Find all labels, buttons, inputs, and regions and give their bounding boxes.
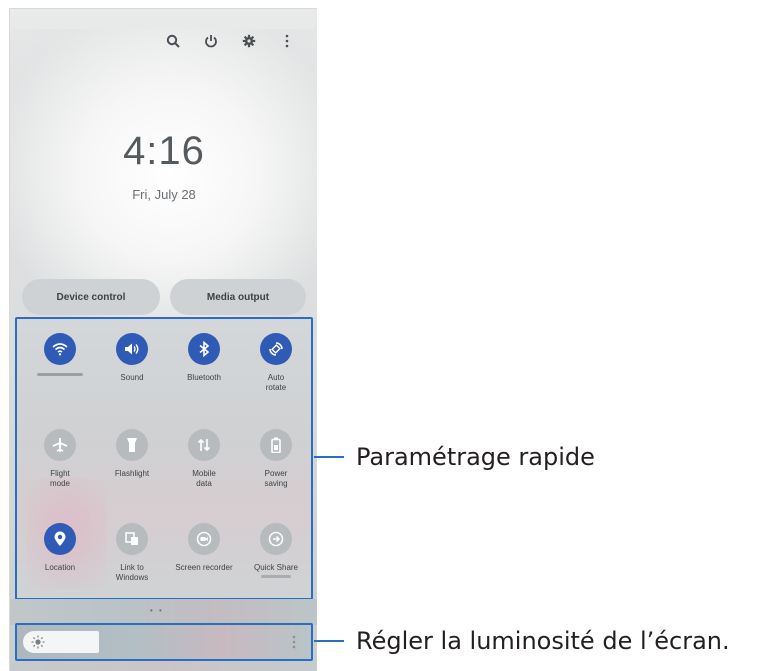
tile-bluetooth[interactable]: Bluetooth <box>169 333 239 383</box>
brightness-slider[interactable] <box>15 623 313 661</box>
power-icon[interactable] <box>201 31 221 51</box>
wifi-icon <box>44 333 76 365</box>
callout-line-brightness <box>314 640 344 642</box>
airplane-icon <box>44 429 76 461</box>
tile-label: Screen recorder <box>175 563 233 572</box>
notification-panel-toolbar <box>163 31 297 51</box>
mobile-data-icon <box>188 429 220 461</box>
tile-label: Link to Windows <box>115 563 149 582</box>
phone-screenshot: 4:16 Fri, July 28 Device control Media o… <box>9 8 317 671</box>
tile-label: Quick Share <box>253 563 299 572</box>
clock-date: Fri, July 28 <box>132 187 196 202</box>
bluetooth-icon <box>188 333 220 365</box>
device-control-button[interactable]: Device control <box>22 279 160 315</box>
sun-icon <box>31 635 45 654</box>
tile-power-saving[interactable]: Power saving <box>241 429 311 489</box>
tile-label: Flashlight <box>114 469 150 478</box>
tile-label: Bluetooth <box>187 373 221 382</box>
tile-wifi[interactable] <box>25 333 95 376</box>
clock-time: 4:16 <box>123 129 205 173</box>
flashlight-icon <box>116 429 148 461</box>
wifi-network-name <box>37 373 83 376</box>
quick-settings-panel: Sound Bluetooth Auto rotate Flight mode <box>15 317 313 600</box>
tile-screen-recorder[interactable]: Screen recorder <box>169 523 239 573</box>
quick-share-icon <box>260 523 292 555</box>
location-icon <box>44 523 76 555</box>
tile-label: Flight mode <box>49 469 70 488</box>
tile-sublabel <box>261 575 291 578</box>
callout-line-quick-settings <box>314 456 344 458</box>
tile-label: Auto rotate <box>265 373 287 392</box>
tile-sound[interactable]: Sound <box>97 333 167 383</box>
callout-brightness: Régler la luminosité de l’écran. <box>356 627 730 655</box>
brightness-more-icon[interactable] <box>291 634 297 655</box>
tile-flashlight[interactable]: Flashlight <box>97 429 167 479</box>
tile-flight-mode[interactable]: Flight mode <box>25 429 95 489</box>
search-icon[interactable] <box>163 31 183 51</box>
screen-recorder-icon <box>188 523 220 555</box>
gear-icon[interactable] <box>239 31 259 51</box>
tile-label: Power saving <box>264 469 288 488</box>
tile-mobile-data[interactable]: Mobile data <box>169 429 239 489</box>
tile-location[interactable]: Location <box>25 523 95 573</box>
tile-label: Sound <box>120 373 144 382</box>
callout-quick-settings: Paramétrage rapide <box>356 443 595 471</box>
tile-label: Location <box>44 563 76 572</box>
panel-bottom-strip <box>10 661 317 671</box>
tile-link-to-windows[interactable]: Link to Windows <box>97 523 167 583</box>
media-output-button[interactable]: Media output <box>170 279 306 315</box>
auto-rotate-icon <box>260 333 292 365</box>
tile-auto-rotate[interactable]: Auto rotate <box>241 333 311 393</box>
tile-quick-share[interactable]: Quick Share <box>241 523 311 578</box>
battery-icon <box>260 429 292 461</box>
page-indicator: • • <box>150 606 164 615</box>
sound-icon <box>116 333 148 365</box>
link-windows-icon <box>116 523 148 555</box>
more-vert-icon[interactable] <box>277 31 297 51</box>
tile-label: Mobile data <box>192 469 216 488</box>
